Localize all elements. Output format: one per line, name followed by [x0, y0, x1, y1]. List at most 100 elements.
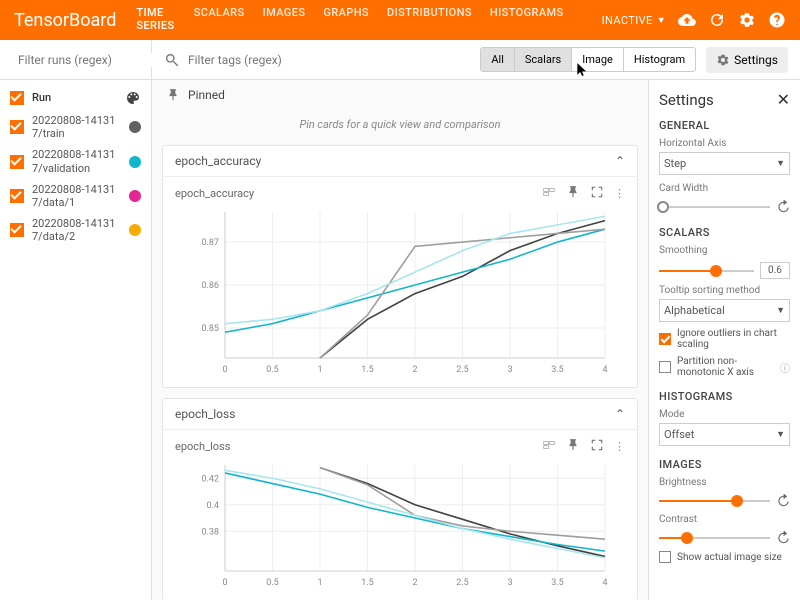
pinned-header: Pinned	[162, 80, 638, 110]
filter-scalars[interactable]: Scalars	[515, 48, 572, 71]
svg-text:1: 1	[317, 578, 322, 588]
gear-icon[interactable]	[738, 11, 756, 29]
filter-histogram[interactable]: Histogram	[624, 48, 695, 71]
svg-text:0.5: 0.5	[266, 578, 279, 588]
show-actual-size-checkbox[interactable]: Show actual image size	[659, 551, 790, 563]
pin-card-icon[interactable]	[566, 185, 580, 202]
svg-text:0.86: 0.86	[201, 281, 219, 291]
section-header[interactable]: epoch_loss ⌃	[163, 399, 637, 429]
run-checkbox[interactable]	[10, 189, 24, 203]
svg-text:3: 3	[507, 578, 512, 588]
fullscreen-icon[interactable]	[590, 438, 604, 455]
section-epoch-loss: epoch_loss ⌃ epoch_loss ⋮	[162, 398, 638, 600]
svg-text:2: 2	[412, 365, 417, 375]
svg-text:4: 4	[602, 578, 607, 588]
card-width-slider[interactable]	[659, 206, 770, 208]
cursor-icon	[575, 62, 589, 76]
tab-graphs[interactable]: GRAPHS	[321, 0, 371, 46]
tab-scalars[interactable]: SCALARS	[192, 0, 247, 46]
svg-text:0.38: 0.38	[201, 527, 219, 537]
svg-text:1.5: 1.5	[361, 365, 374, 375]
tab-images[interactable]: IMAGES	[261, 0, 308, 46]
svg-text:0.85: 0.85	[201, 324, 219, 334]
svg-text:0: 0	[222, 578, 227, 588]
cards-area: Pinned Pin cards for a quick view and co…	[152, 80, 648, 600]
chart-epoch-loss[interactable]: 0 0.5 1 1.5 2 2.5 3 3.5 4 0.38 0.4 0.42	[175, 459, 625, 589]
run-row[interactable]: 20220808-141317/validation	[0, 144, 151, 178]
settings-button[interactable]: Settings	[706, 47, 788, 73]
run-search	[0, 40, 151, 80]
run-filter-input[interactable]	[18, 53, 174, 67]
histogram-mode-select[interactable]: Offset▼	[659, 423, 790, 446]
palette-icon[interactable]	[125, 90, 141, 106]
app-header: TensorBoard TIME SERIES SCALARS IMAGES G…	[0, 0, 800, 40]
reset-icon[interactable]	[776, 531, 790, 545]
run-checkbox[interactable]	[10, 223, 24, 237]
refresh-icon[interactable]	[708, 11, 726, 29]
help-icon[interactable]	[768, 11, 786, 29]
fit-icon[interactable]	[542, 438, 556, 455]
sidebar: Run 20220808-141317/train 20220808-14131…	[0, 40, 152, 600]
svg-text:3.5: 3.5	[551, 365, 564, 375]
run-row-header: Run	[0, 86, 151, 110]
smoothing-value[interactable]: 0.6	[760, 262, 790, 279]
more-icon[interactable]: ⋮	[614, 187, 625, 200]
fit-icon[interactable]	[542, 185, 556, 202]
reset-icon[interactable]	[776, 494, 790, 508]
run-checkbox-all[interactable]	[10, 91, 24, 105]
main-tabs: TIME SERIES SCALARS IMAGES GRAPHS DISTRI…	[134, 0, 565, 46]
svg-text:0.42: 0.42	[201, 474, 219, 484]
toolbar: All Scalars Image Histogram Settings	[152, 40, 800, 80]
fullscreen-icon[interactable]	[590, 185, 604, 202]
section-header[interactable]: epoch_accuracy ⌃	[163, 146, 637, 176]
tag-filter-input[interactable]	[188, 53, 470, 67]
svg-text:1.5: 1.5	[361, 578, 374, 588]
help-icon[interactable]: ⓘ	[780, 360, 790, 375]
run-row[interactable]: 20220808-141317/data/2	[0, 213, 151, 247]
settings-title: Settings	[659, 91, 714, 109]
svg-text:2: 2	[412, 578, 417, 588]
more-icon[interactable]: ⋮	[614, 440, 625, 453]
run-color-dot	[129, 156, 141, 168]
chart-epoch-accuracy[interactable]: 00.511.522.533.540.850.860.87	[175, 206, 625, 376]
ignore-outliers-checkbox[interactable]: Ignore outliers in chart scaling	[659, 328, 790, 350]
run-row[interactable]: 20220808-141317/data/1	[0, 179, 151, 213]
pinned-hint: Pin cards for a quick view and compariso…	[162, 110, 638, 145]
run-color-dot	[129, 190, 141, 202]
partition-x-checkbox[interactable]: Partition non-monotonic X axisⓘ	[659, 356, 790, 378]
pin-card-icon[interactable]	[566, 438, 580, 455]
tab-histograms[interactable]: HISTOGRAMS	[488, 0, 566, 46]
close-icon[interactable]: ✕	[777, 90, 790, 109]
svg-text:2.5: 2.5	[456, 365, 469, 375]
brightness-slider[interactable]	[659, 500, 770, 502]
header-right: INACTIVE▼	[602, 11, 786, 29]
gear-icon	[716, 53, 730, 67]
svg-text:0.87: 0.87	[201, 238, 219, 248]
tab-distributions[interactable]: DISTRIBUTIONS	[385, 0, 474, 46]
card-title: epoch_accuracy	[175, 187, 254, 200]
tooltip-sort-select[interactable]: Alphabetical▼	[659, 299, 790, 322]
run-row[interactable]: 20220808-141317/train	[0, 110, 151, 144]
upload-icon[interactable]	[678, 11, 696, 29]
svg-text:3: 3	[507, 365, 512, 375]
card-title: epoch_loss	[175, 440, 230, 453]
svg-text:0.4: 0.4	[207, 501, 220, 511]
run-list: Run 20220808-141317/train 20220808-14131…	[0, 80, 151, 254]
svg-text:2.5: 2.5	[456, 578, 469, 588]
run-checkbox[interactable]	[10, 120, 24, 134]
smoothing-slider[interactable]	[659, 270, 754, 272]
horizontal-axis-select[interactable]: Step▼	[659, 152, 790, 175]
main: All Scalars Image Histogram Settings Pin…	[152, 40, 800, 600]
section-epoch-accuracy: epoch_accuracy ⌃ epoch_accuracy ⋮	[162, 145, 638, 388]
run-checkbox[interactable]	[10, 155, 24, 169]
search-icon	[164, 52, 180, 68]
reset-icon[interactable]	[776, 200, 790, 214]
svg-text:1: 1	[317, 365, 322, 375]
contrast-slider[interactable]	[659, 537, 770, 539]
filter-all[interactable]: All	[481, 48, 515, 71]
svg-text:3.5: 3.5	[551, 578, 564, 588]
status-dropdown[interactable]: INACTIVE▼	[602, 14, 666, 27]
pin-icon	[166, 88, 180, 102]
card-epoch-loss: epoch_loss ⋮ 0 0.5 1 1.5 2 2.5 3 3.5 4 0.38 0.4 0.4…	[163, 429, 637, 600]
card-epoch-accuracy: epoch_accuracy ⋮ 00.511.522.533.540.850.…	[163, 176, 637, 387]
